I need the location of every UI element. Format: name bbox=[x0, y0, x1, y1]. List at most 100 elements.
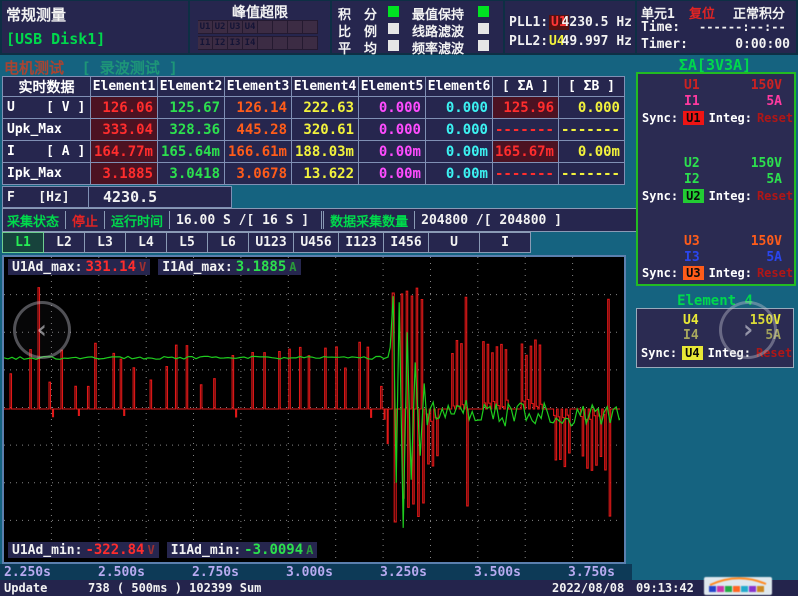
calc-filter-section: 积 分 比 例 平 均 最值保持 线路滤波 频率滤波 bbox=[332, 1, 503, 53]
element3-integ-state[interactable]: Reset bbox=[757, 266, 793, 280]
tab-i456[interactable]: I456 bbox=[384, 232, 429, 253]
tab-u[interactable]: U bbox=[429, 232, 480, 253]
peak-cell-i3: I3 bbox=[228, 36, 243, 50]
value-u-e3: 126.14 bbox=[225, 97, 292, 119]
analyzer-screen: 常规测量 [USB Disk1] 峰值超限 U1 U2 U3 U4 I1 I2 … bbox=[0, 0, 798, 596]
time-tick: 3.000s bbox=[286, 565, 333, 580]
umax-unit: V bbox=[139, 260, 146, 274]
value-u-e5: 0.000 bbox=[359, 97, 426, 119]
value-ipk-e5: 0.00m bbox=[359, 163, 426, 185]
element1-u-range: 150V bbox=[722, 78, 782, 93]
peak-cell-empty bbox=[273, 20, 288, 34]
element3-i-range: 5A bbox=[722, 250, 782, 265]
element4-title: Element 4 bbox=[636, 293, 794, 309]
peak-cell-i1: I1 bbox=[198, 36, 213, 50]
motor-test-label: 电机测试 bbox=[4, 59, 64, 77]
tab-u123[interactable]: U123 bbox=[249, 232, 294, 253]
element3-sync-row: Sync: U3 Integ: Reset bbox=[642, 266, 793, 280]
col-header-element4: Element4 bbox=[292, 77, 359, 97]
imax-unit: A bbox=[289, 260, 296, 274]
peak-cell-u2: U2 bbox=[213, 20, 228, 34]
peak-overlimit-title: 峰值超限 bbox=[190, 2, 330, 22]
value-upk-sigma-a: ------- bbox=[493, 119, 559, 141]
waveform-channel-tabs: L1 L2 L3 L4 L5 L6 U123 U456 I123 I456 U … bbox=[2, 232, 531, 253]
peak-overlimit-panel: 峰值超限 U1 U2 U3 U4 I1 I2 I3 I4 bbox=[190, 1, 330, 53]
waveform-display: U1Ad_max:331.14V I1Ad_max:3.1885A U1Ad_m… bbox=[2, 255, 626, 564]
tab-l5[interactable]: L5 bbox=[167, 232, 208, 253]
page-next-button[interactable]: › bbox=[719, 301, 777, 359]
page-prev-button[interactable]: ‹ bbox=[13, 301, 71, 359]
tab-l6[interactable]: L6 bbox=[208, 232, 249, 253]
element2-sync-row: Sync: U2 Integ: Reset bbox=[642, 189, 793, 203]
element4-sync-badge[interactable]: U4 bbox=[682, 346, 702, 360]
tab-i[interactable]: I bbox=[480, 232, 531, 253]
top-status-bar: 常规测量 [USB Disk1] 峰值超限 U1 U2 U3 U4 I1 I2 … bbox=[0, 0, 798, 55]
value-u-sigma-a: 125.96 bbox=[493, 97, 559, 119]
pll2-label: PLL2: bbox=[509, 34, 548, 49]
value-ipk-e4: 13.622 bbox=[292, 163, 359, 185]
element4-i-name: I4 bbox=[683, 328, 699, 343]
element3-u-range: 150V bbox=[722, 234, 782, 249]
value-i-e4: 188.03m bbox=[292, 141, 359, 163]
value-upk-sigma-b: ------- bbox=[559, 119, 625, 141]
element3-sync-badge[interactable]: U3 bbox=[683, 266, 703, 280]
chevron-left-icon: ‹ bbox=[34, 315, 50, 345]
time-tick: 2.500s bbox=[98, 565, 145, 580]
separator bbox=[169, 211, 170, 229]
col-header-element1: Element1 bbox=[91, 77, 158, 97]
vendor-logo-graphic bbox=[704, 577, 772, 595]
value-u-sigma-b: 0.000 bbox=[559, 97, 625, 119]
peak-cell-empty bbox=[258, 20, 273, 34]
element2-integ-state[interactable]: Reset bbox=[757, 189, 793, 203]
integrate-mode-indicator[interactable] bbox=[388, 6, 399, 17]
value-ipk-e1: 3.1885 bbox=[91, 163, 158, 185]
integ-label: Integ: bbox=[709, 111, 752, 125]
voltage-trace-u1 bbox=[4, 288, 620, 522]
value-u-e1: 126.06 bbox=[91, 97, 158, 119]
imin-value: -3.0094 bbox=[244, 542, 303, 558]
chevron-right-icon: › bbox=[740, 315, 756, 345]
line-filter-indicator[interactable] bbox=[478, 23, 489, 34]
separator bbox=[414, 211, 415, 229]
element4-u-name: U4 bbox=[683, 313, 699, 328]
value-i-sigma-b: 0.00m bbox=[559, 141, 625, 163]
tab-i123[interactable]: I123 bbox=[339, 232, 384, 253]
peak-cell-i2: I2 bbox=[213, 36, 228, 50]
element1-u-name: U1 bbox=[684, 78, 700, 93]
freq-filter-indicator[interactable] bbox=[478, 40, 489, 51]
value-ipk-e6: 0.00m bbox=[426, 163, 493, 185]
element1-integ-state[interactable]: Reset bbox=[757, 111, 793, 125]
sync-label: Sync: bbox=[642, 266, 678, 280]
element1-i-range: 5A bbox=[722, 94, 782, 109]
runtime-value: 16.00 S /[ 16 S ] bbox=[176, 213, 309, 228]
test-mode-subtitle: 电机测试 [ 录波测试 ] bbox=[4, 57, 178, 78]
realtime-data-table: 实时数据 Element1 Element2 Element3 Element4… bbox=[2, 76, 625, 185]
element2-u-name: U2 bbox=[684, 156, 700, 171]
ratio-mode-indicator[interactable] bbox=[388, 23, 399, 34]
tab-l1[interactable]: L1 bbox=[2, 232, 44, 253]
separator bbox=[65, 211, 66, 229]
update-label: Update bbox=[4, 581, 47, 595]
value-upk-e5: 0.000 bbox=[359, 119, 426, 141]
element3-u-row: U3 150V bbox=[638, 234, 794, 249]
umin-unit: V bbox=[147, 543, 154, 557]
tab-l2[interactable]: L2 bbox=[44, 232, 85, 253]
value-upk-e4: 320.61 bbox=[292, 119, 359, 141]
umin-value: -322.84 bbox=[85, 542, 144, 558]
value-ipk-sigma-a: ------- bbox=[493, 163, 559, 185]
element1-i-name: I1 bbox=[684, 94, 700, 109]
value-u-e2: 125.67 bbox=[158, 97, 225, 119]
peak-cell-empty bbox=[303, 36, 318, 50]
measure-mode-label: 常规测量 bbox=[6, 4, 66, 25]
value-ipk-sigma-b: ------- bbox=[559, 163, 625, 185]
tab-u456[interactable]: U456 bbox=[294, 232, 339, 253]
time-label: Time: bbox=[641, 20, 680, 35]
tab-l3[interactable]: L3 bbox=[85, 232, 126, 253]
imin-unit: A bbox=[306, 543, 313, 557]
min-readout-row: U1Ad_min:-322.84V I1Ad_min:-3.0094A bbox=[8, 542, 317, 558]
average-mode-indicator[interactable] bbox=[388, 40, 399, 51]
element1-sync-badge[interactable]: U1 bbox=[683, 111, 703, 125]
element2-sync-badge[interactable]: U2 bbox=[683, 189, 703, 203]
max-hold-indicator[interactable] bbox=[478, 6, 489, 17]
tab-l4[interactable]: L4 bbox=[126, 232, 167, 253]
